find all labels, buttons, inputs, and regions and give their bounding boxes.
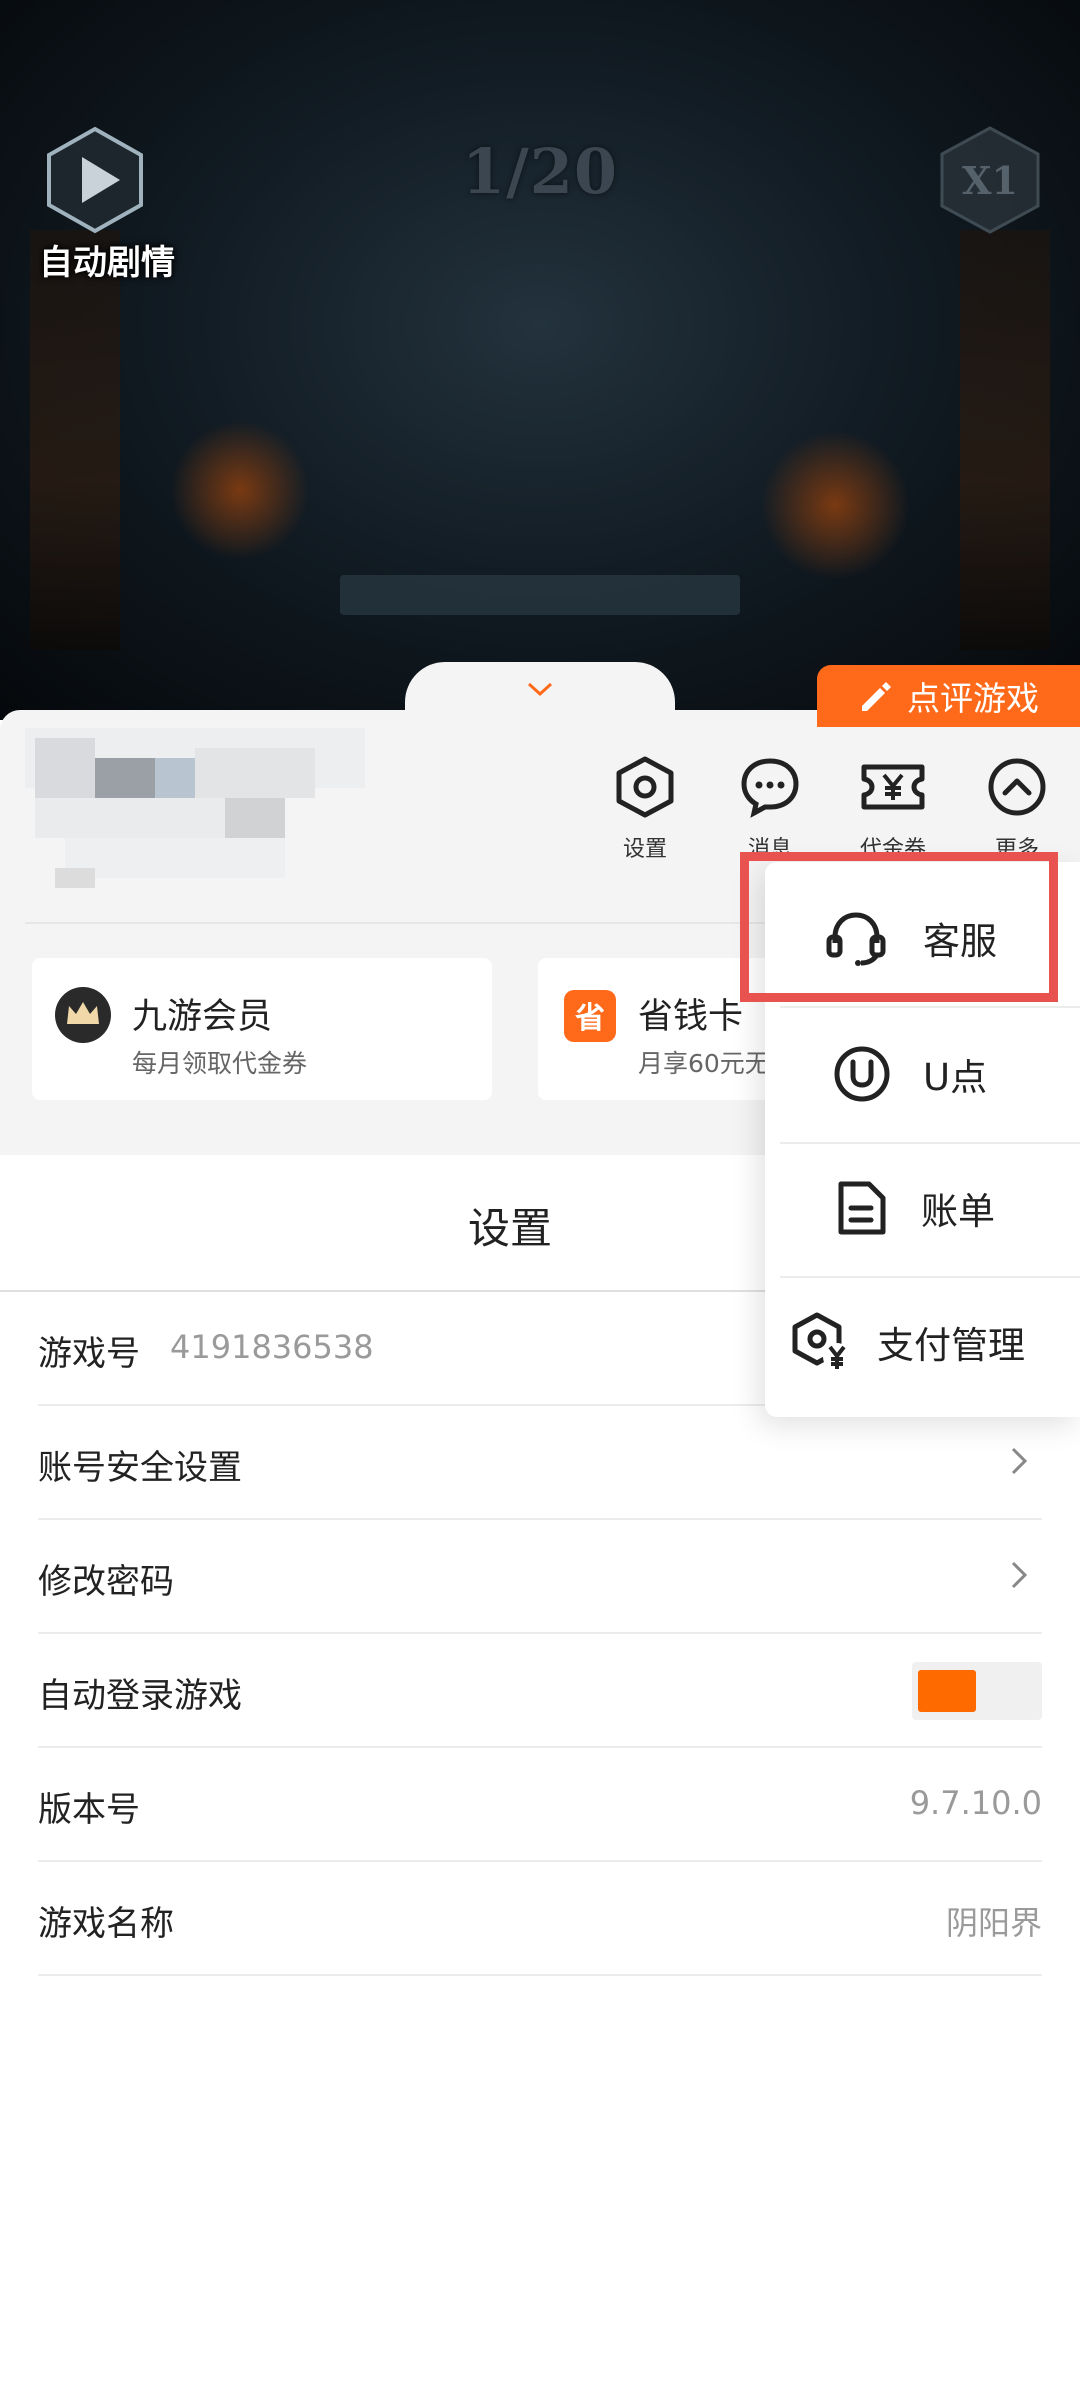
change-password-label: 修改密码 [38, 1562, 174, 1602]
avatar [25, 728, 365, 888]
auto-login-row: 自动登录游戏 [38, 1634, 1042, 1748]
auto-story-button[interactable]: 自动剧情 [22, 125, 175, 285]
menu-item-u-points[interactable]: U点 [765, 1008, 1080, 1140]
vip-card-title: 九游会员 [132, 997, 273, 1037]
crown-icon [55, 987, 111, 1043]
auto-story-label: 自动剧情 [39, 243, 175, 283]
scene-pillar [30, 230, 120, 650]
chevron-up-circle-icon [988, 758, 1046, 816]
messages-shortcut[interactable]: 消息 [725, 755, 815, 863]
game-scene [0, 0, 1080, 720]
auto-login-toggle[interactable] [912, 1662, 1042, 1720]
game-name-value: 阴阳界 [945, 1904, 1042, 1942]
menu-item-payment-management-label: 支付管理 [877, 1324, 1025, 1367]
version-label: 版本号 [38, 1790, 140, 1830]
scene-table [340, 575, 740, 615]
vip-card-subtitle: 每月领取代金券 [132, 1049, 308, 1078]
pencil-icon [862, 682, 891, 711]
toggle-knob [918, 1670, 976, 1712]
voucher-icon [861, 764, 925, 810]
more-shortcut[interactable]: 更多 [972, 755, 1062, 863]
version-row: 版本号 9.7.10.0 [38, 1748, 1042, 1862]
chevron-right-icon [1011, 1561, 1028, 1589]
settings-list: 游戏号 4191836538 账号安全设置 修改密码 自动登录游戏 版本号 9.… [0, 1292, 1080, 2408]
menu-item-bill[interactable]: 账单 [765, 1142, 1080, 1274]
menu-item-bill-label: 账单 [921, 1190, 995, 1233]
play-icon [47, 126, 143, 234]
page-counter: 1/20 [461, 135, 619, 208]
game-name-row: 游戏名称 阴阳界 [38, 1862, 1042, 1976]
game-id-value: 4191836538 [170, 1328, 374, 1366]
vip-card[interactable]: 九游会员 每月领取代金券 [32, 958, 492, 1100]
save-card-icon: 省 [564, 990, 616, 1042]
game-name-label: 游戏名称 [38, 1904, 174, 1944]
settings-shortcut-label: 设置 [622, 837, 667, 862]
version-value: 9.7.10.0 [909, 1784, 1042, 1822]
speed-button[interactable]: X1 [930, 120, 1050, 240]
review-game-label: 点评游戏 [907, 679, 1039, 718]
account-security-label: 账号安全设置 [38, 1448, 242, 1488]
save-card-subtitle: 月享60元无 [638, 1049, 770, 1078]
chat-bubble-icon [741, 758, 799, 818]
speed-x1-icon: X1 [940, 126, 1040, 234]
payment-gear-icon [792, 1312, 851, 1371]
hexagon-settings-icon [616, 756, 674, 818]
svg-text:X1: X1 [962, 158, 1018, 203]
svg-text:省: 省 [575, 1001, 605, 1036]
scene-pillar [960, 230, 1050, 650]
account-security-row[interactable]: 账号安全设置 [38, 1406, 1042, 1520]
save-card-title: 省钱卡 [638, 997, 744, 1037]
chevron-down-icon [527, 682, 553, 697]
auto-login-label: 自动登录游戏 [38, 1676, 242, 1716]
review-game-button[interactable]: 点评游戏 [817, 665, 1080, 727]
scene-fire [170, 420, 310, 560]
menu-item-payment-management[interactable]: 支付管理 [765, 1276, 1080, 1408]
collapse-panel-button[interactable] [405, 662, 675, 732]
menu-item-u-points-label: U点 [923, 1056, 988, 1099]
game-id-label: 游戏号 [38, 1334, 140, 1374]
change-password-row[interactable]: 修改密码 [38, 1520, 1042, 1634]
u-point-icon [834, 1046, 890, 1102]
voucher-shortcut[interactable]: 代金券 [848, 755, 938, 863]
highlight-box [740, 852, 1058, 1002]
scene-fire [760, 430, 910, 580]
settings-shortcut[interactable]: 设置 [600, 755, 690, 863]
bill-icon [838, 1181, 886, 1235]
chevron-right-icon [1011, 1447, 1028, 1475]
